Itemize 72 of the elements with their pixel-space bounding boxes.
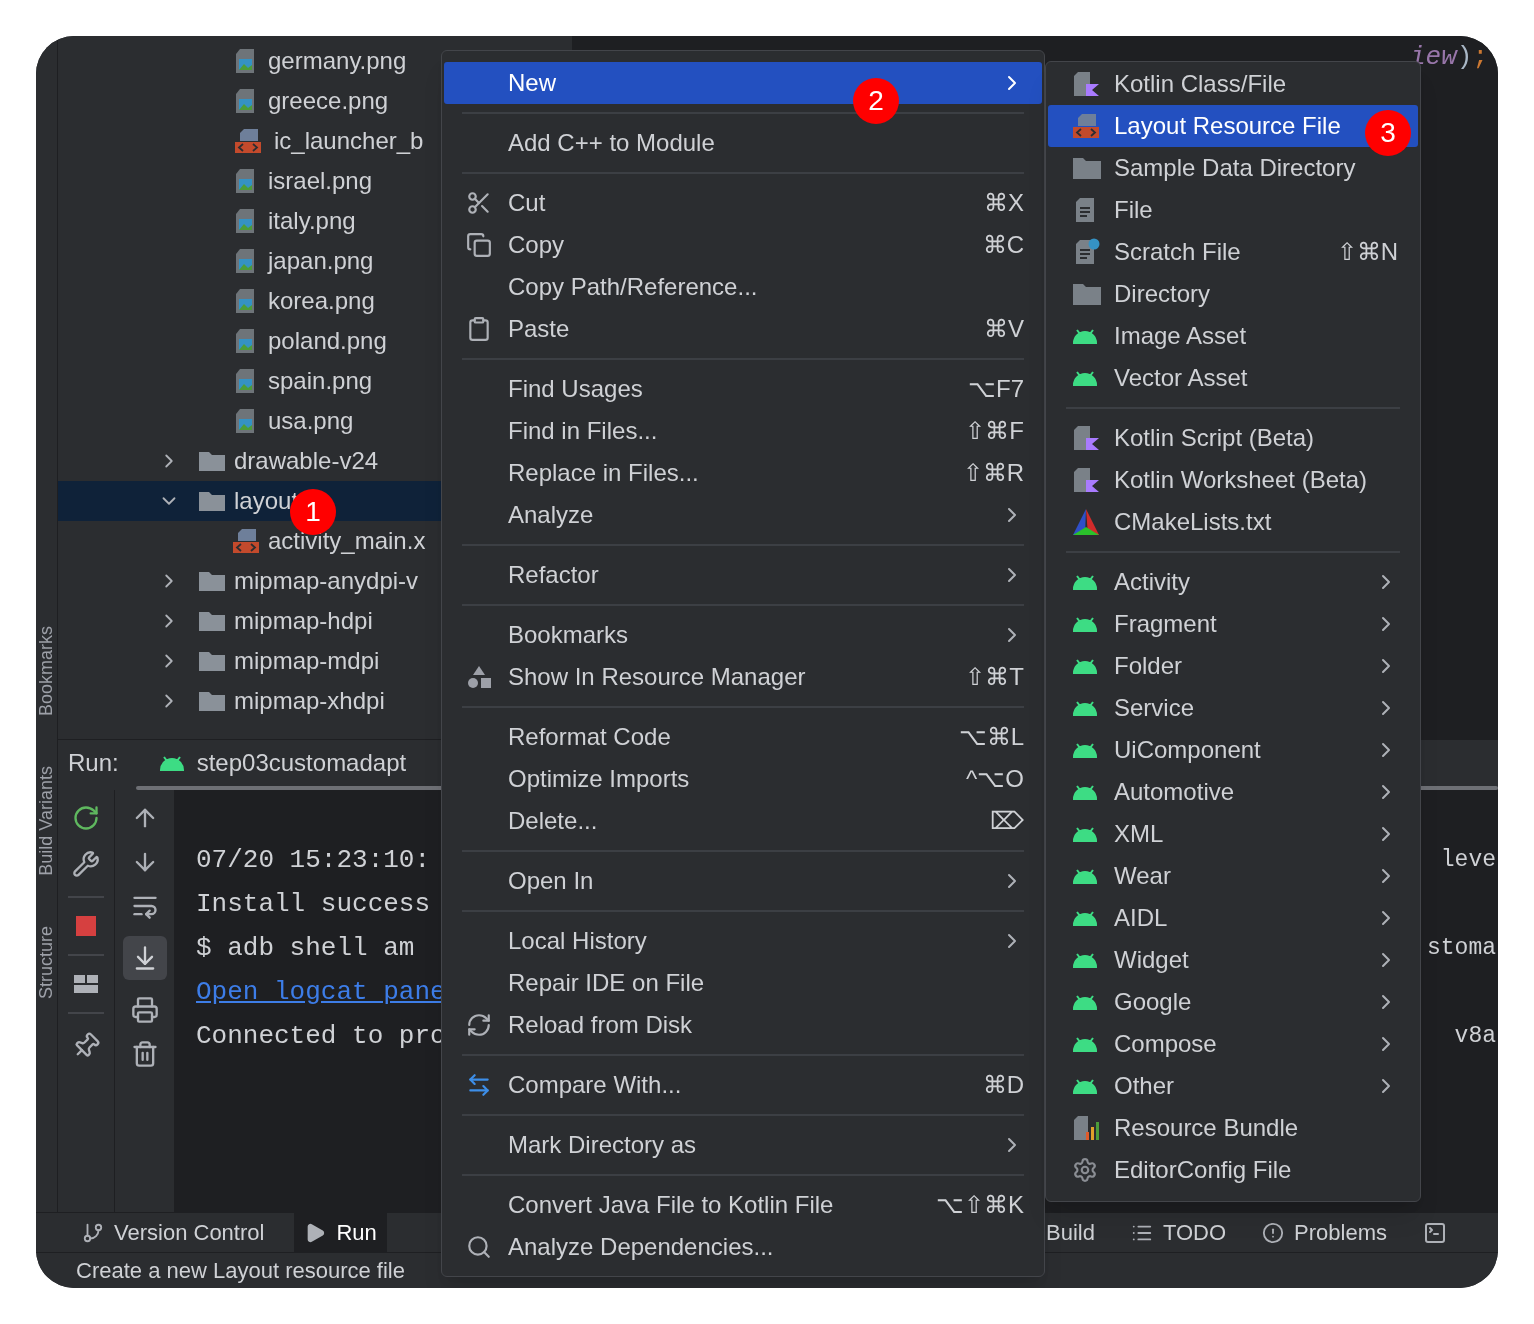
shortcut-label: ^⌥O	[966, 764, 1024, 794]
menu-item-label: XML	[1114, 819, 1164, 849]
console-line: stoma	[1427, 933, 1496, 963]
menu-item-label: Other	[1114, 1071, 1175, 1101]
shortcut-label: ⌘D	[982, 1070, 1024, 1100]
console-line: 07/20 15:23:10:	[196, 843, 431, 877]
menu-item-label: Convert Java File to Kotlin File	[508, 1190, 834, 1220]
menu-item-label: Reload from Disk	[508, 1010, 693, 1040]
menu-item-label: Compose	[1114, 1029, 1217, 1059]
menu-item-label: Folder	[1114, 651, 1183, 681]
menu-item-label: Wear	[1114, 861, 1171, 891]
menu-item-label: Activity	[1114, 567, 1190, 597]
menu-item-label: Layout Resource File	[1114, 111, 1341, 141]
code-text: ;	[1472, 41, 1488, 72]
menu-item-label: Kotlin Worksheet (Beta)	[1114, 465, 1367, 495]
menu-item-label: Mark Directory as	[508, 1130, 697, 1160]
menu-item-label: Bookmarks	[508, 620, 629, 650]
menu-item-label: Analyze Dependencies...	[508, 1232, 774, 1262]
menu-item-label: Analyze	[508, 500, 594, 530]
menu-item-label: Delete...	[508, 806, 598, 836]
menu-item-label: Kotlin Script (Beta)	[1114, 423, 1315, 453]
shortcut-label: ⌘C	[982, 230, 1024, 260]
menu-item-label: Sample Data Directory	[1114, 153, 1356, 183]
menu-item-label: Copy Path/Reference...	[508, 272, 758, 302]
menu-item-label: Scratch File	[1114, 237, 1241, 267]
menu-item-label: File	[1114, 195, 1153, 225]
menu-item-label: Automotive	[1114, 777, 1235, 807]
menu-item-label: Optimize Imports	[508, 764, 690, 794]
console-line: $ adb shell am	[196, 931, 415, 965]
menu-item-label: Open In	[508, 866, 594, 896]
menu-item-label: Replace in Files...	[508, 458, 699, 488]
shortcut-label: ⌥F7	[968, 374, 1024, 404]
shortcut-label: ⇧⌘F	[965, 416, 1024, 446]
menu-item-label: CMakeLists.txt	[1114, 507, 1272, 537]
menu-item-label: Local History	[508, 926, 647, 956]
menu-item-label: Show In Resource Manager	[508, 662, 806, 692]
menu-item-label: UiComponent	[1114, 735, 1261, 765]
shortcut-label: ⇧⌘R	[962, 458, 1024, 488]
menu-item-label: Service	[1114, 693, 1195, 723]
menu-item-label: Image Asset	[1114, 321, 1247, 351]
menu-item-label: Google	[1114, 987, 1192, 1017]
shortcut-label: ⌘V	[984, 314, 1024, 344]
menu-item-label: Copy	[508, 230, 565, 260]
shortcut-label: ⌘X	[984, 188, 1024, 218]
shortcut-label: ⌦	[990, 806, 1024, 836]
console-line: v8a	[1454, 1021, 1496, 1051]
menu-item-label: Repair IDE on File	[508, 968, 705, 998]
shortcut-label: ⌥⌘L	[958, 722, 1024, 752]
shortcut-label: ⇧⌘T	[965, 662, 1024, 692]
menu-item-label: EditorConfig File	[1114, 1155, 1292, 1185]
shortcut-label: ⌥⇧⌘K	[936, 1190, 1024, 1220]
menu-item-label: Find Usages	[508, 374, 643, 404]
menu-item-label: Add C++ to Module	[508, 128, 715, 158]
menu-item-label: Fragment	[1114, 609, 1217, 639]
menu-item-label: Paste	[508, 314, 570, 344]
run-panel-label: Run:	[68, 748, 119, 778]
menu-item-label: Widget	[1114, 945, 1189, 975]
shortcut-label: ⇧⌘N	[1336, 237, 1398, 267]
menu-item-label: Reformat Code	[508, 722, 671, 752]
menu-item-label: New	[508, 68, 556, 98]
menu-item-label: Compare With...	[508, 1070, 682, 1100]
menu-item-label: Find in Files...	[508, 416, 658, 446]
menu-item-label: Kotlin Class/File	[1114, 69, 1287, 99]
status-text: Create a new Layout resource file	[76, 1257, 405, 1285]
menu-item-label: Vector Asset	[1114, 363, 1248, 393]
menu-item-label: Refactor	[508, 560, 599, 590]
menu-item-label: Resource Bundle	[1114, 1113, 1299, 1143]
menu-item-label: AIDL	[1114, 903, 1168, 933]
menu-item-label: Cut	[508, 188, 546, 218]
console-line: Install success	[196, 887, 431, 921]
console-line: leve	[1440, 845, 1496, 875]
menu-item-label: Directory	[1114, 279, 1210, 309]
